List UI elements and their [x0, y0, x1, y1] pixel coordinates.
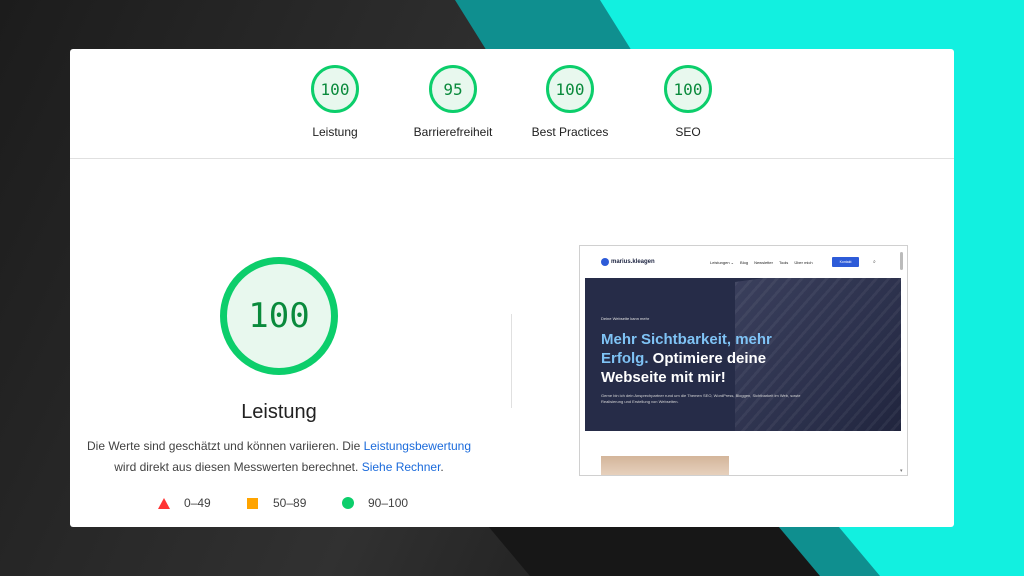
score-gauge: 100: [546, 65, 594, 113]
hero-headline: Mehr Sichtbarkeit, mehr Erfolg. Optimier…: [601, 330, 801, 387]
green-circle-icon: [342, 497, 354, 509]
page-screenshot-preview: marius.kleagen Leistungen ⌄ Blog Newslet…: [579, 245, 908, 476]
orange-square-icon: [247, 497, 258, 509]
hero-kicker: Deine Webseite kann mehr: [601, 316, 650, 321]
scroll-down-arrow-icon: ▾: [900, 468, 903, 474]
score-gauge: 100: [664, 65, 712, 113]
menu-item: Tools: [778, 260, 789, 265]
score-description: Die Werte sind geschätzt und können vari…: [80, 436, 478, 478]
score-label: Best Practices: [531, 125, 609, 139]
desc-text: wird direkt aus diesen Messwerten berech…: [114, 460, 362, 474]
hero-subtext: Gerne bin ich dein Ansprechpartner rund …: [601, 393, 801, 404]
section-title: Leistung: [241, 401, 317, 423]
logo-mark-icon: [601, 258, 609, 266]
performance-gauge-large: 100: [220, 257, 338, 375]
calculator-link[interactable]: Siehe Rechner: [362, 460, 441, 474]
logo-text: marius.kleagen: [611, 259, 655, 265]
score-gauge: 95: [429, 65, 477, 113]
lighthouse-report-card: 100 Leistung 95 Barrierefreiheit 100 Bes…: [70, 49, 954, 527]
preview-menu: Leistungen ⌄ Blog Newsletter Tools Über …: [710, 260, 819, 265]
performance-scoring-link[interactable]: Leistungsbewertung: [364, 439, 471, 453]
score-seo[interactable]: 100 SEO: [633, 65, 743, 139]
score-label: SEO: [675, 125, 701, 139]
desc-text: Die Werte sind geschätzt und können vari…: [86, 439, 364, 453]
score-label: Leistung: [312, 125, 358, 139]
legend-range: 90–100: [368, 496, 409, 510]
preview-navbar: marius.kleagen Leistungen ⌄ Blog Newslet…: [580, 246, 907, 278]
menu-item: Über mich: [794, 260, 813, 265]
score-best-practices[interactable]: 100 Best Practices: [515, 65, 625, 139]
legend-pass: 90–100: [342, 495, 408, 511]
legend-range: 50–89: [273, 496, 307, 510]
preview-contact-button: Kontakt: [832, 257, 859, 267]
search-icon: ⌕: [873, 259, 876, 265]
menu-item: Newsletter: [754, 260, 773, 265]
preview-hero: Deine Webseite kann mehr Mehr Sichtbarke…: [585, 278, 901, 431]
legend-range: 0–49: [184, 496, 211, 510]
menu-item: Blog: [740, 260, 749, 265]
score-performance[interactable]: 100 Leistung: [280, 65, 390, 139]
legend-fail: 0–49: [158, 495, 211, 511]
menu-item: Leistungen ⌄: [710, 260, 735, 265]
score-gauge: 100: [311, 65, 359, 113]
preview-card-image: [601, 456, 729, 475]
score-accessibility[interactable]: 95 Barrierefreiheit: [398, 65, 508, 139]
divider: [511, 314, 512, 408]
red-triangle-icon: [158, 497, 170, 509]
legend-average: 50–89: [247, 495, 306, 511]
desc-text: .: [440, 460, 444, 474]
preview-logo: marius.kleagen: [601, 258, 655, 266]
score-label: Barrierefreiheit: [413, 125, 493, 139]
preview-scrollbar: [900, 252, 903, 270]
score-summary-bar: 100 Leistung 95 Barrierefreiheit 100 Bes…: [70, 49, 954, 159]
